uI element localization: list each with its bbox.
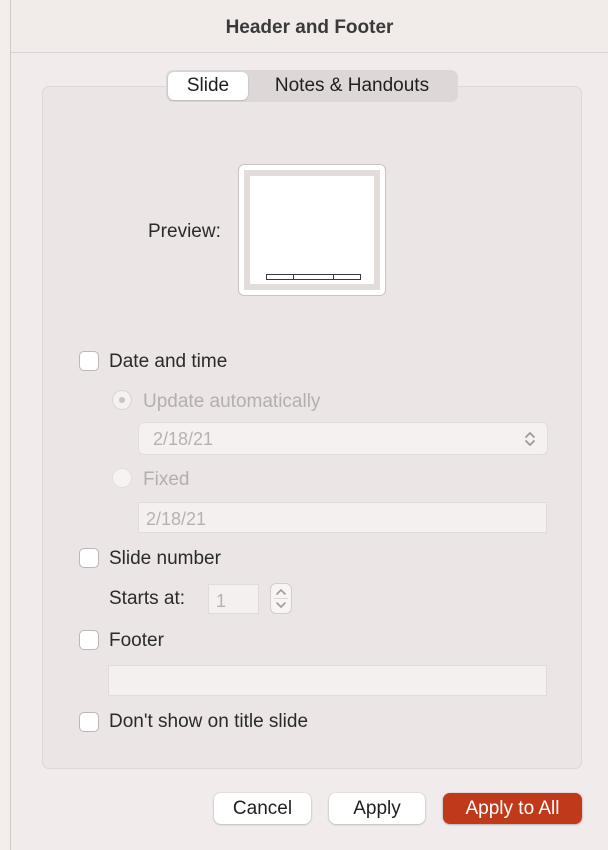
- date-time-checkbox[interactable]: [79, 351, 99, 371]
- slide-number-label: Slide number: [109, 548, 221, 569]
- footer-placeholder: [293, 274, 334, 280]
- date-placeholder: [266, 274, 294, 280]
- fixed-date-field[interactable]: 2/18/21: [138, 502, 547, 533]
- dont-show-on-title-checkbox[interactable]: [79, 712, 99, 732]
- cancel-button[interactable]: Cancel: [214, 793, 311, 824]
- preview-label: Preview:: [148, 221, 221, 242]
- tab-notes-handouts[interactable]: Notes & Handouts: [248, 72, 456, 100]
- dont-show-on-title-label: Don't show on title slide: [109, 711, 309, 732]
- chevron-updown-icon: [525, 432, 535, 446]
- footer-text-field[interactable]: [108, 665, 547, 696]
- starts-at-label: Starts at:: [109, 588, 186, 609]
- slide-number-checkbox[interactable]: [79, 548, 99, 568]
- fixed-date-value: 2/18/21: [146, 509, 207, 529]
- title-bar: Header and Footer: [11, 0, 608, 53]
- tab-slide[interactable]: Slide: [168, 72, 248, 100]
- footer-label: Footer: [109, 630, 164, 651]
- dialog-title: Header and Footer: [225, 17, 394, 38]
- slide-number-placeholder: [333, 274, 361, 280]
- starts-at-stepper[interactable]: [270, 583, 292, 614]
- apply-button[interactable]: Apply: [329, 793, 425, 824]
- apply-to-all-button[interactable]: Apply to All: [443, 793, 582, 824]
- date-format-popup[interactable]: 2/18/21: [138, 422, 548, 455]
- fixed-label: Fixed: [143, 469, 190, 490]
- starts-at-field[interactable]: 1: [208, 584, 259, 614]
- date-format-value: 2/18/21: [153, 429, 214, 449]
- header-footer-dialog: Header and Footer Slide Notes & Handouts…: [10, 0, 608, 850]
- update-automatically-radio[interactable]: [112, 390, 132, 410]
- fixed-radio[interactable]: [112, 468, 132, 488]
- tab-selector: Slide Notes & Handouts: [166, 70, 458, 102]
- footer-checkbox[interactable]: [79, 630, 99, 650]
- date-time-label: Date and time: [109, 351, 228, 372]
- starts-at-value: 1: [216, 591, 227, 611]
- slide-preview: [238, 164, 386, 296]
- stepper-arrows-icon: [274, 589, 288, 608]
- update-automatically-label: Update automatically: [143, 391, 321, 412]
